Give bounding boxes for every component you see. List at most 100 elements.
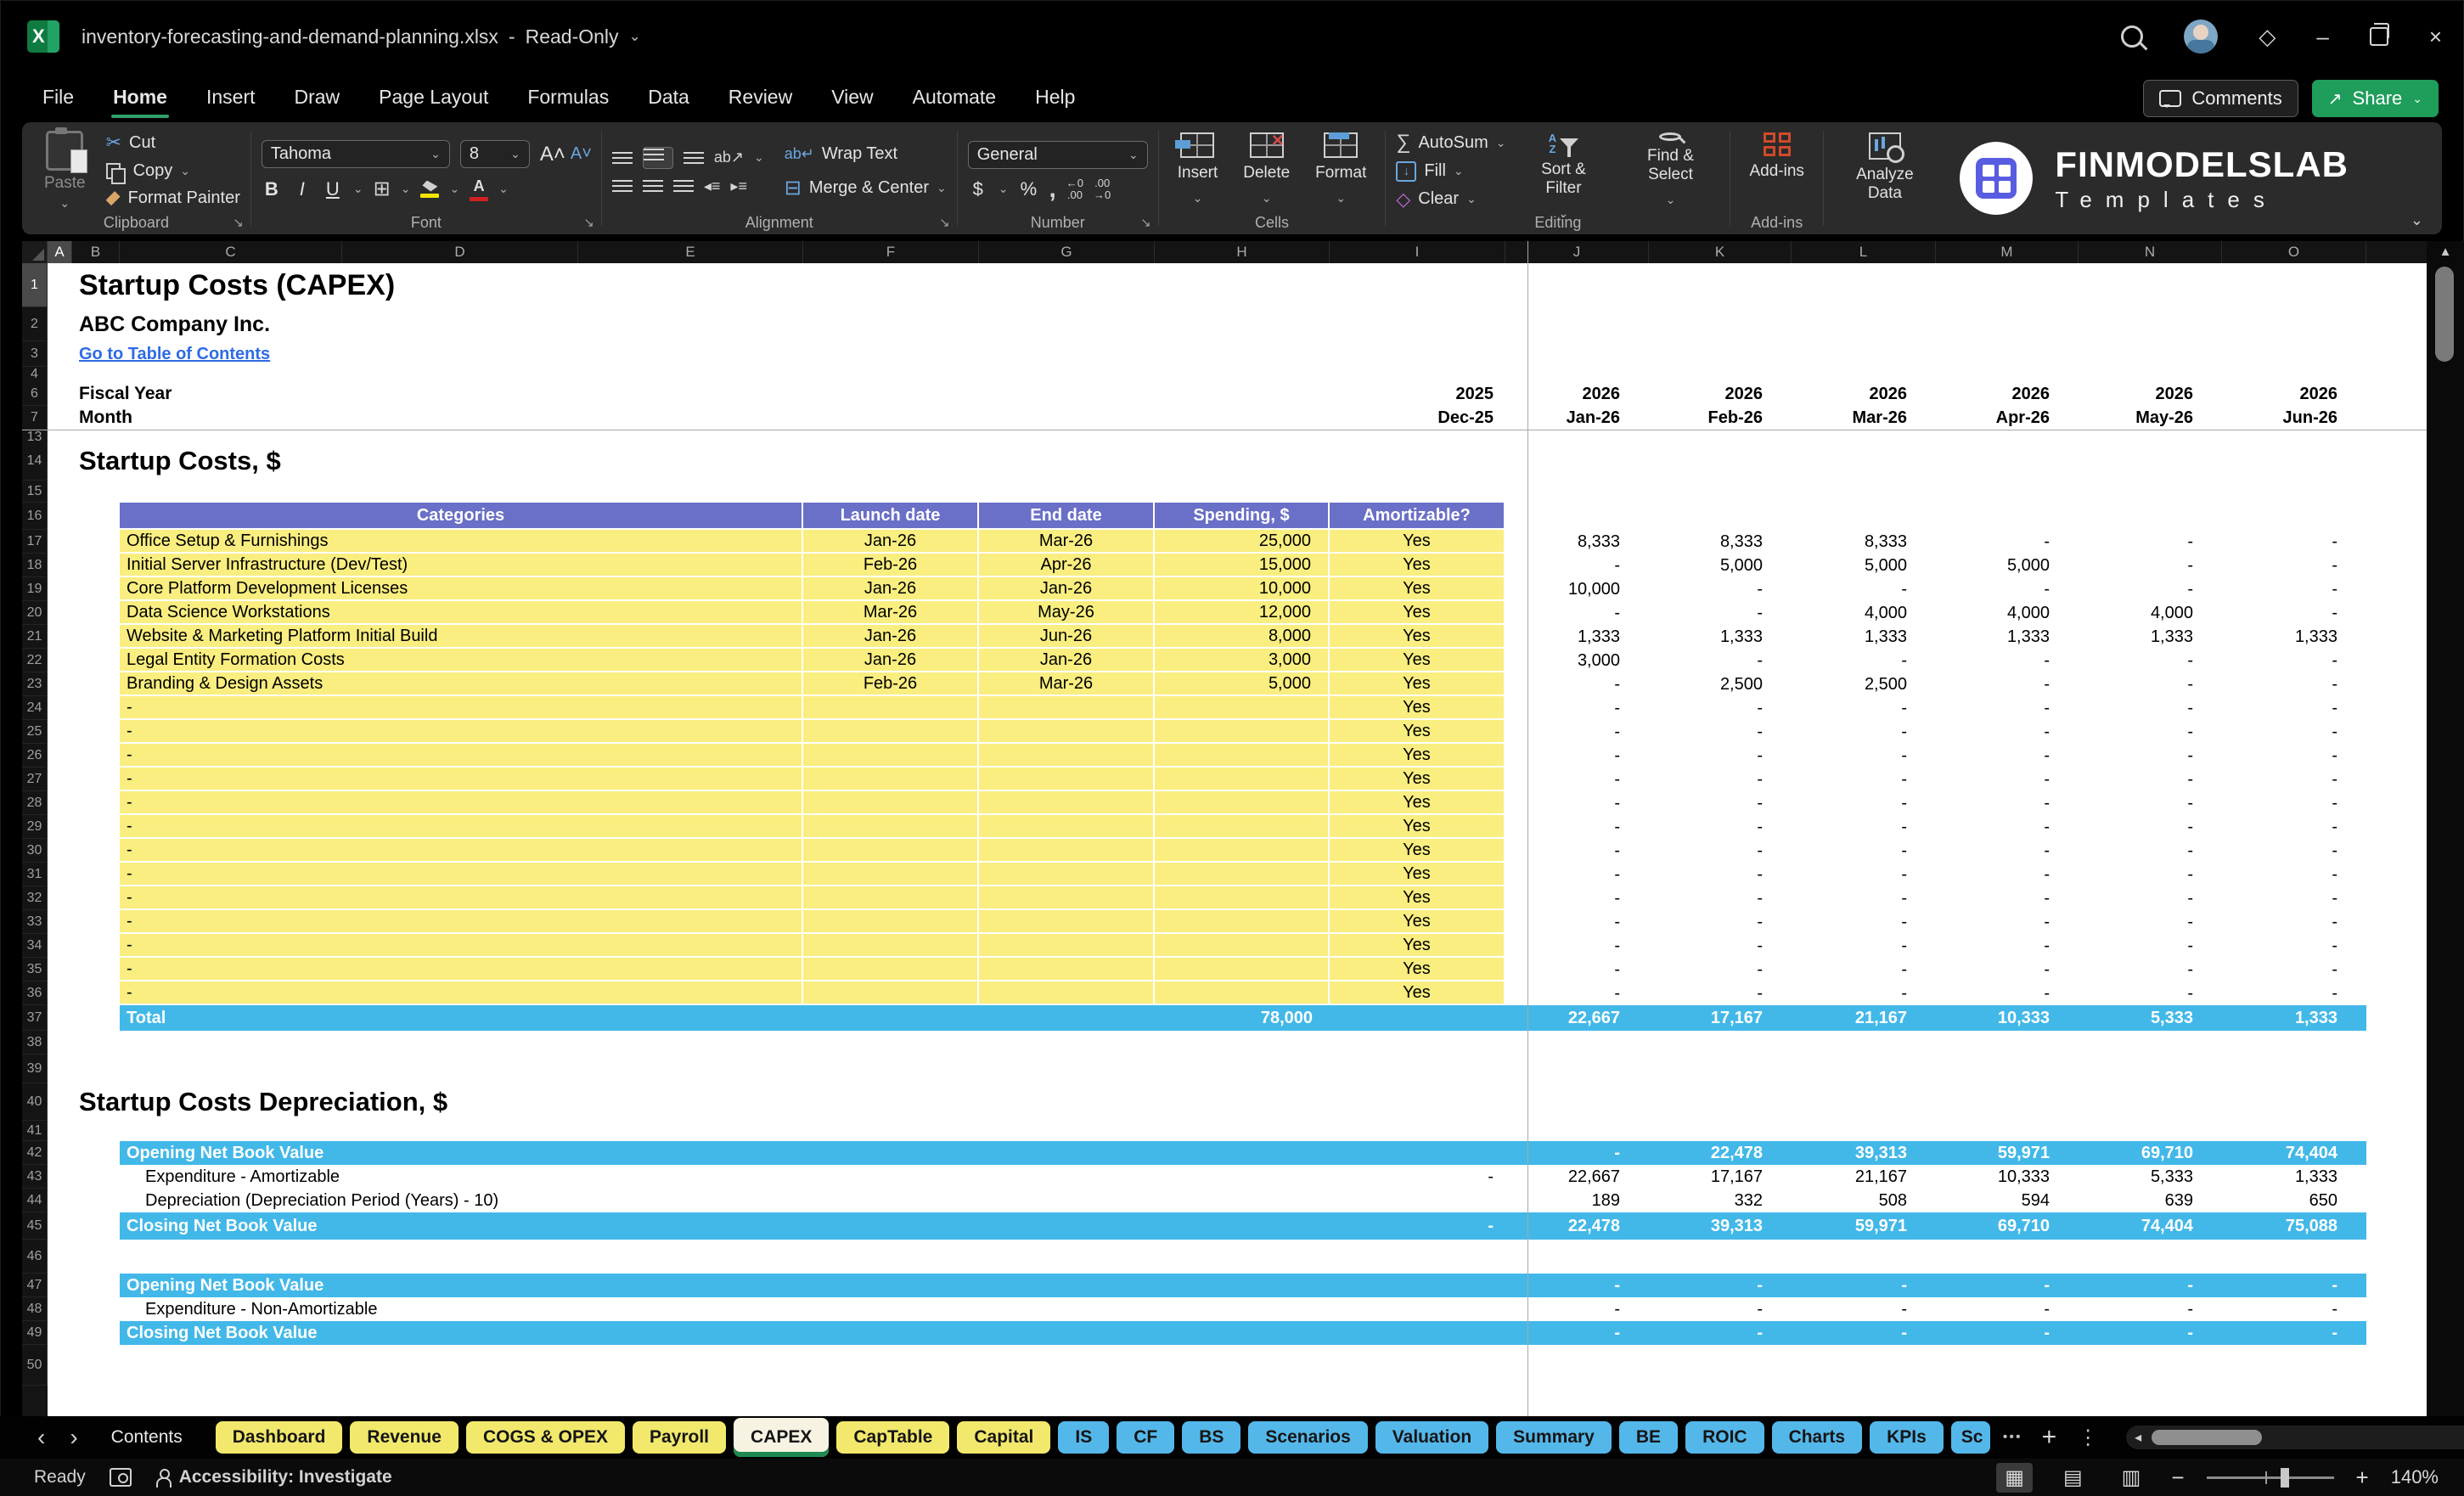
cell-end-date[interactable]: Jun-26 [979, 625, 1155, 649]
cell[interactable]: Apr-26 [1936, 406, 2079, 430]
cell-monthly[interactable]: - [2079, 649, 2222, 672]
menu-automate[interactable]: Automate [896, 79, 1013, 115]
cell-end-date[interactable]: Mar-26 [979, 530, 1155, 554]
cell[interactable] [48, 1189, 120, 1212]
cell-launch-date[interactable]: Jan-26 [803, 577, 979, 601]
borders-dropdown-icon[interactable]: ⌄ [401, 182, 411, 196]
cell-monthly[interactable]: - [2079, 910, 2222, 934]
tab-dashboard[interactable]: Dashboard [215, 1421, 343, 1454]
row-header[interactable]: 43 [22, 1165, 48, 1189]
cell-end-date[interactable] [979, 886, 1155, 910]
cell-launch-date[interactable] [803, 886, 979, 910]
cell[interactable] [48, 1031, 2427, 1055]
cell-spending[interactable] [1155, 720, 1330, 744]
copy-button[interactable]: Copy ⌄ [105, 159, 240, 184]
cell[interactable] [48, 1321, 120, 1345]
row-header[interactable]: 14 [22, 441, 48, 481]
cell-amortizable[interactable]: Yes [1330, 577, 1505, 601]
cell-monthly[interactable]: - [2222, 863, 2366, 886]
cell-dec25[interactable] [1330, 1321, 1505, 1345]
tab-bs[interactable]: BS [1182, 1421, 1241, 1454]
cell-monthly[interactable]: - [1792, 981, 1936, 1005]
cell-category[interactable]: - [120, 815, 803, 839]
cell[interactable] [2366, 720, 2427, 744]
clear-button[interactable]: ◇ Clear ⌄ [1396, 188, 1505, 211]
cell[interactable] [2366, 1165, 2427, 1189]
toc-link[interactable]: Go to Table of Contents [72, 341, 2427, 367]
cell[interactable] [48, 839, 120, 863]
middle-align-icon[interactable] [642, 146, 673, 169]
cell-end-date[interactable]: Apr-26 [979, 554, 1155, 577]
decrease-font-icon[interactable]: A˅ [571, 144, 592, 164]
cell-spending[interactable] [1155, 886, 1330, 910]
cell-monthly[interactable]: - [2222, 744, 2366, 768]
cell-launch-date[interactable] [803, 791, 979, 815]
column-header-L[interactable]: L [1792, 241, 1936, 263]
cell-launch-date[interactable]: Jan-26 [803, 625, 979, 649]
cell-spending[interactable]: 8,000 [1155, 625, 1330, 649]
number-format-select[interactable]: General ⌄ [967, 140, 1148, 169]
cell[interactable] [2366, 672, 2427, 696]
cell-monthly[interactable]: - [1936, 934, 2079, 958]
cell-monthly[interactable]: - [1936, 1321, 2079, 1345]
cell[interactable] [48, 1345, 2427, 1386]
cell[interactable] [2366, 406, 2427, 430]
cell-monthly[interactable]: - [2222, 958, 2366, 981]
cell-monthly[interactable]: 59,971 [1792, 1212, 1936, 1240]
cell-monthly[interactable]: - [2222, 1274, 2366, 1297]
cell-monthly[interactable]: 39,313 [1649, 1212, 1792, 1240]
cell-spending[interactable]: 12,000 [1155, 601, 1330, 625]
cell-monthly[interactable]: - [2079, 744, 2222, 768]
zoom-in-icon[interactable]: + [2356, 1465, 2369, 1491]
cell[interactable]: 2025 [1330, 382, 1505, 406]
cell[interactable] [48, 1121, 2427, 1141]
cell-end-date[interactable] [979, 981, 1155, 1005]
column-header-G[interactable]: G [979, 241, 1155, 263]
normal-view-button[interactable]: ▦ [1996, 1462, 2033, 1493]
cell-monthly[interactable]: 10,333 [1936, 1165, 2079, 1189]
table-header-launch-date[interactable]: Launch date [803, 503, 979, 530]
cell-monthly[interactable]: - [1792, 649, 1936, 672]
cell-monthly[interactable]: - [1792, 910, 1936, 934]
cell-monthly[interactable]: - [2079, 1274, 2222, 1297]
align-center-icon[interactable] [642, 179, 663, 193]
cell-dec25[interactable] [1330, 1274, 1505, 1297]
cell[interactable] [48, 1274, 120, 1297]
row-header[interactable]: 42 [22, 1141, 48, 1165]
cell[interactable] [2366, 649, 2427, 672]
cell-monthly[interactable]: - [1649, 1297, 1792, 1321]
cell[interactable] [48, 625, 120, 649]
cell-monthly[interactable]: 17,167 [1649, 1165, 1792, 1189]
tab-cf[interactable]: CF [1117, 1421, 1175, 1454]
increase-decimal-icon[interactable]: ←0.00 [1066, 177, 1083, 201]
cell-monthly[interactable]: - [1792, 1274, 1936, 1297]
cell-monthly[interactable]: - [1936, 577, 2079, 601]
cell-dec25[interactable]: - [1330, 1212, 1505, 1240]
cell[interactable] [48, 815, 120, 839]
paste-button[interactable]: Paste ⌄ [32, 127, 98, 211]
column-header-D[interactable]: D [342, 241, 578, 263]
cell-monthly[interactable]: - [1649, 791, 1792, 815]
table-header-spending[interactable]: Spending, $ [1155, 503, 1330, 530]
cell[interactable] [48, 981, 120, 1005]
row-header[interactable]: 18 [22, 554, 48, 577]
cell-monthly[interactable]: - [1649, 958, 1792, 981]
cell-monthly[interactable]: - [1649, 649, 1792, 672]
cell-category[interactable]: - [120, 839, 803, 863]
alignment-dialog-launcher-icon[interactable]: ↘ [939, 215, 950, 230]
zoom-slider-thumb[interactable] [2280, 1467, 2289, 1488]
cell[interactable] [48, 1297, 120, 1321]
cell-amortizable[interactable]: Yes [1330, 744, 1505, 768]
cell[interactable] [48, 530, 120, 554]
cell-category[interactable]: - [120, 768, 803, 791]
cell-monthly[interactable]: - [1649, 744, 1792, 768]
cell[interactable] [48, 863, 120, 886]
cell[interactable] [48, 481, 2427, 503]
column-header-B[interactable]: B [72, 241, 120, 263]
cell-end-date[interactable] [979, 696, 1155, 720]
cell[interactable] [48, 910, 120, 934]
cell-monthly[interactable]: - [2079, 720, 2222, 744]
number-dialog-launcher-icon[interactable]: ↘ [1140, 215, 1151, 230]
cell-monthly[interactable]: - [2222, 696, 2366, 720]
tabs-scroll-left-icon[interactable]: ‹ [29, 1424, 53, 1451]
